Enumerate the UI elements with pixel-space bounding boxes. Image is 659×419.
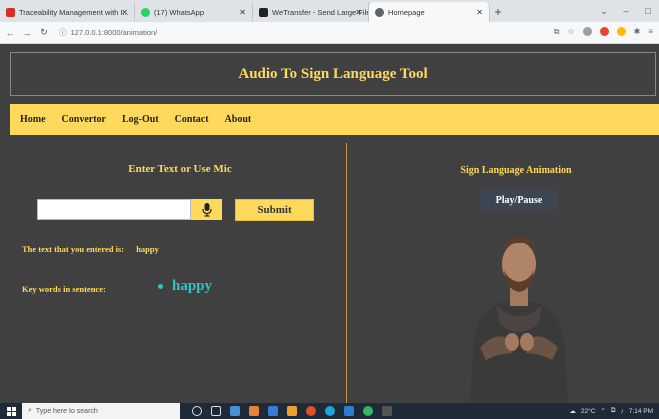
- tab-whatsapp[interactable]: (17) WhatsApp ✕: [135, 2, 253, 22]
- microphone-icon: [201, 202, 212, 217]
- site-header: Audio To Sign Language Tool: [10, 52, 656, 96]
- keyword-item: happy: [172, 278, 213, 294]
- search-placeholder: Type here to search: [35, 407, 98, 415]
- column-divider: [346, 143, 347, 403]
- entered-text-value: happy: [136, 244, 159, 254]
- reload-icon[interactable]: ↻: [37, 27, 51, 38]
- app-icon[interactable]: [230, 406, 240, 416]
- taskbar-search[interactable]: ⌕ Type here to search: [22, 403, 180, 419]
- app-icon[interactable]: [268, 406, 278, 416]
- taskbar-apps: [192, 406, 392, 416]
- tab-homepage[interactable]: Homepage ✕: [369, 2, 490, 22]
- app-icon[interactable]: [363, 406, 373, 416]
- minimize-button[interactable]: –: [615, 6, 637, 16]
- cortana-icon[interactable]: [192, 406, 202, 416]
- chrome-icon[interactable]: [306, 406, 316, 416]
- weather-temp: 22°C: [580, 407, 596, 415]
- mic-button[interactable]: [191, 199, 222, 220]
- tab-traceability[interactable]: Traceability Management with I... ✕: [0, 2, 135, 22]
- network-icon[interactable]: ⧉: [611, 407, 616, 415]
- weather-icon: ☁: [569, 408, 576, 415]
- nav-home[interactable]: Home: [20, 114, 46, 125]
- extension-icon[interactable]: [582, 27, 592, 36]
- url-field[interactable]: ⓘ 127.0.0.1:8000/animation/: [59, 27, 157, 38]
- windows-taskbar: ⌕ Type here to search ☁ 22°C ⌃ ⧉ ♪ 7:14 …: [0, 403, 659, 419]
- app-icon[interactable]: [287, 406, 297, 416]
- puzzle-icon[interactable]: ✱: [634, 27, 641, 37]
- entered-text-row: The text that you entered is: happy: [22, 244, 159, 254]
- keywords-label: Key words in sentence:: [22, 284, 106, 294]
- bookmark-star-icon[interactable]: ☆: [567, 27, 574, 37]
- close-tab-icon[interactable]: ✕: [355, 8, 362, 17]
- play-pause-button[interactable]: Play/Pause: [480, 190, 558, 210]
- tray-expand-icon[interactable]: ⌃: [600, 407, 605, 415]
- extension-icons: ⧉ ☆ ✱ ≡: [554, 27, 653, 37]
- avatar-figure: [470, 236, 568, 403]
- input-heading: Enter Text or Use Mic: [128, 163, 232, 175]
- animation-heading: Sign Language Animation: [460, 165, 572, 176]
- app-icon[interactable]: [325, 406, 335, 416]
- maximize-button[interactable]: □: [637, 6, 659, 16]
- submit-button[interactable]: Submit: [235, 199, 314, 221]
- close-tab-icon[interactable]: ✕: [121, 8, 128, 17]
- forward-icon[interactable]: →: [20, 28, 34, 38]
- windows-logo-icon: [6, 406, 16, 416]
- volume-icon[interactable]: ♪: [621, 408, 624, 415]
- sign-avatar-video: [450, 228, 588, 403]
- nav-convertor[interactable]: Convertor: [62, 114, 106, 125]
- main-nav: Home Convertor Log-Out Contact About: [10, 104, 659, 135]
- tab-label: (17) WhatsApp: [154, 7, 205, 17]
- text-input[interactable]: [37, 199, 191, 220]
- reading-list-icon[interactable]: ≡: [648, 27, 653, 37]
- new-tab-button[interactable]: +: [490, 2, 506, 22]
- youtube-favicon-icon: [6, 7, 15, 17]
- extension-icon[interactable]: [599, 27, 609, 36]
- extension-icon[interactable]: [616, 27, 626, 36]
- close-tab-icon[interactable]: ✕: [239, 8, 246, 17]
- address-bar: ← → ↻ ⓘ 127.0.0.1:8000/animation/ ⧉ ☆ ✱ …: [0, 22, 659, 44]
- system-tray: ☁ 22°C ⌃ ⧉ ♪ 7:14 PM: [569, 403, 653, 419]
- wetransfer-favicon-icon: [259, 7, 268, 17]
- clock[interactable]: 7:14 PM: [629, 408, 653, 415]
- info-icon[interactable]: ⓘ: [59, 27, 67, 38]
- app-icon[interactable]: [382, 406, 392, 416]
- close-tab-icon[interactable]: ✕: [476, 8, 483, 17]
- whatsapp-favicon-icon: [141, 7, 150, 17]
- task-view-icon[interactable]: [211, 406, 221, 416]
- url-text: 127.0.0.1:8000/animation/: [70, 28, 158, 37]
- tab-wetransfer[interactable]: WeTransfer - Send Large Files &... ✕: [253, 2, 369, 22]
- keyword-bullet: [158, 284, 163, 289]
- globe-favicon-icon: [375, 7, 384, 17]
- tab-search-icon[interactable]: ⌄: [593, 6, 615, 17]
- share-icon[interactable]: ⧉: [554, 27, 560, 37]
- nav-contact[interactable]: Contact: [175, 114, 209, 125]
- entered-text-label: The text that you entered is:: [22, 244, 125, 254]
- app-icon[interactable]: [344, 406, 354, 416]
- tab-label: Traceability Management with I...: [19, 7, 129, 17]
- app-icon[interactable]: [249, 406, 259, 416]
- start-button[interactable]: [0, 406, 22, 416]
- nav-about[interactable]: About: [225, 114, 252, 125]
- window-controls: ⌄ – □: [593, 0, 659, 22]
- back-icon[interactable]: ←: [3, 28, 17, 38]
- tab-label: Homepage: [388, 7, 425, 17]
- nav-logout[interactable]: Log-Out: [122, 114, 159, 125]
- search-icon: ⌕: [28, 407, 32, 414]
- site-title: Audio To Sign Language Tool: [238, 65, 428, 82]
- browser-tab-bar: Traceability Management with I... ✕ (17)…: [0, 0, 659, 22]
